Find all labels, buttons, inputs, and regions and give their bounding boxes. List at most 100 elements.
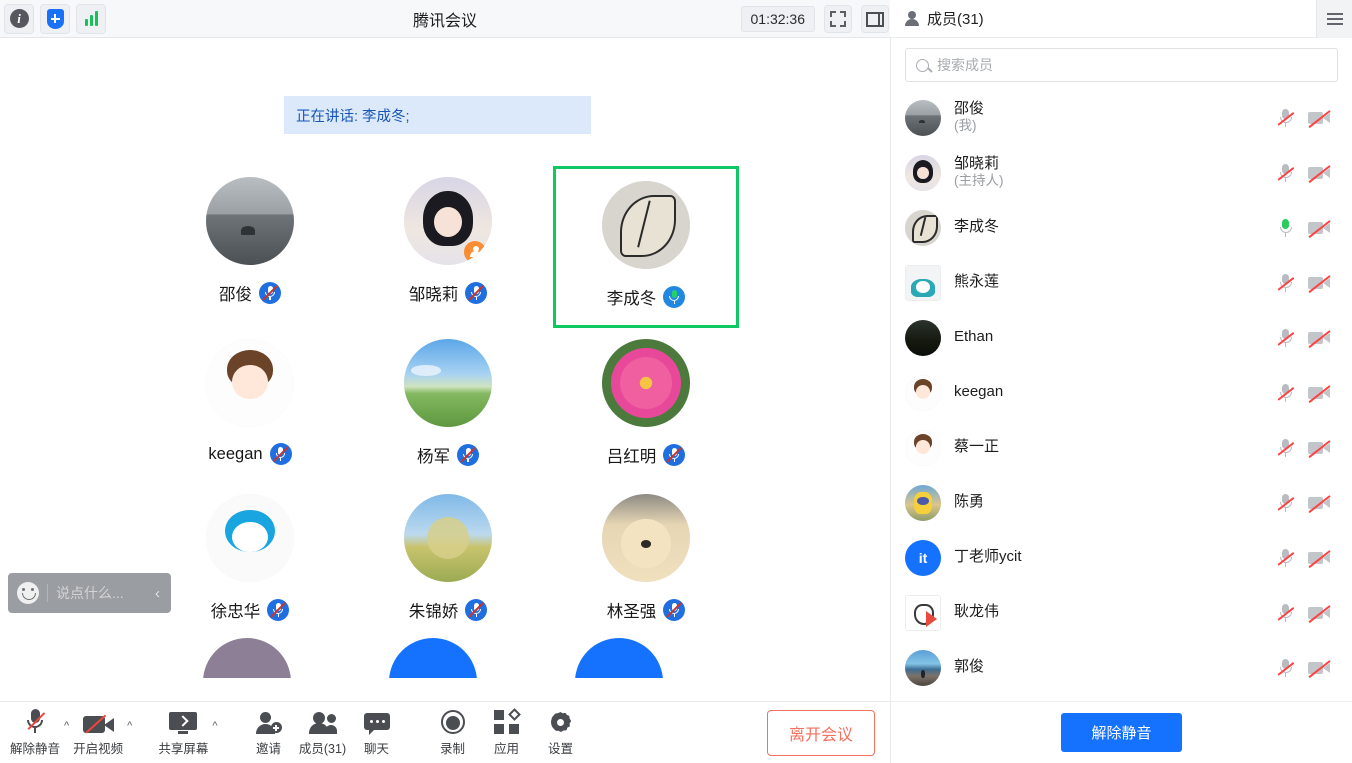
participant-row[interactable]: it 丁老师ycit bbox=[891, 530, 1352, 585]
participant-row[interactable]: 邹晓莉 (主持人) bbox=[891, 145, 1352, 200]
tile-mic-muted-icon bbox=[465, 599, 488, 621]
camera-off-icon[interactable] bbox=[1308, 604, 1331, 623]
video-tile[interactable]: 朱锦娇 bbox=[355, 483, 541, 638]
toolbar-share-screen-button[interactable]: 共享屏幕 bbox=[156, 708, 210, 757]
camera-off-icon[interactable] bbox=[1308, 329, 1331, 348]
person-icon bbox=[904, 10, 919, 27]
mic-muted-icon[interactable] bbox=[1277, 493, 1295, 512]
tile-mic-active-icon bbox=[663, 286, 686, 308]
camera-off-icon[interactable] bbox=[1308, 494, 1331, 513]
participant-name-wrap: 邹晓莉 (主持人) bbox=[954, 155, 1266, 191]
avatar bbox=[905, 484, 941, 521]
toolbar-chat-button[interactable]: 聊天 bbox=[350, 708, 404, 757]
avatar bbox=[905, 319, 941, 356]
tile-avatar bbox=[206, 494, 294, 582]
participant-row[interactable]: 邵俊 (我) bbox=[891, 90, 1352, 145]
security-shield-icon[interactable] bbox=[40, 3, 70, 34]
tile-name-row: 李成冬 bbox=[607, 285, 686, 309]
mic-muted-icon[interactable] bbox=[1277, 163, 1295, 182]
exit-fullscreen-icon[interactable] bbox=[824, 5, 852, 33]
info-icon[interactable]: i bbox=[4, 3, 34, 34]
camera-off-icon[interactable] bbox=[1308, 219, 1331, 238]
video-tile[interactable]: 林圣强 bbox=[553, 483, 739, 638]
participant-list[interactable]: 邵俊 (我) 邹晓莉 (主持人) 李成冬 熊永莲 Ethan keegan 蔡一正 陈勇 it 丁老师… bbox=[891, 90, 1352, 698]
mic-active-icon[interactable] bbox=[1279, 218, 1292, 237]
participant-row[interactable]: 耿龙伟 bbox=[891, 585, 1352, 640]
participant-row[interactable]: 陈勇 bbox=[891, 475, 1352, 530]
participant-row[interactable]: 李成冬 bbox=[891, 200, 1352, 255]
leave-meeting-button[interactable]: 离开会议 bbox=[766, 709, 875, 756]
participant-row[interactable]: keegan bbox=[891, 365, 1352, 420]
layout-toggle-icon[interactable] bbox=[861, 5, 889, 33]
search-box[interactable] bbox=[905, 48, 1338, 82]
tile-avatar-image bbox=[602, 339, 690, 427]
video-tile[interactable]: 徐忠华 bbox=[157, 483, 343, 638]
camera-off-icon[interactable] bbox=[1308, 384, 1331, 403]
mic-muted-icon[interactable] bbox=[1277, 603, 1295, 622]
chevron-up-icon[interactable]: ^ bbox=[212, 720, 217, 732]
mic-muted-icon[interactable] bbox=[1277, 328, 1295, 347]
chevron-left-icon[interactable]: ‹ bbox=[155, 585, 160, 602]
toolbar-item-label: 应用 bbox=[494, 742, 520, 756]
tile-avatar bbox=[602, 181, 690, 269]
participant-status-icons bbox=[1277, 438, 1331, 458]
mic-muted-icon[interactable] bbox=[1277, 108, 1295, 127]
search-wrapper bbox=[891, 38, 1352, 90]
mic-muted-icon[interactable] bbox=[1277, 383, 1295, 402]
toolbar-camera-off-button[interactable]: 开启视频 bbox=[71, 708, 125, 757]
search-input[interactable] bbox=[937, 57, 1327, 73]
avatar bbox=[905, 429, 941, 466]
participant-name: 邹晓莉 bbox=[954, 154, 1000, 172]
video-tile-partial[interactable] bbox=[203, 638, 291, 678]
toolbar-invite-button[interactable]: 邀请 bbox=[242, 708, 296, 757]
partial-tile-row bbox=[151, 638, 751, 678]
sidebar-menu-button[interactable] bbox=[1316, 0, 1352, 38]
mic-muted-icon[interactable] bbox=[1277, 658, 1295, 677]
video-tile-partial[interactable] bbox=[575, 638, 663, 678]
divider bbox=[47, 584, 48, 602]
video-tile[interactable]: 邹晓莉 bbox=[355, 166, 541, 321]
video-tile[interactable]: 吕红明 bbox=[553, 328, 739, 483]
participant-row[interactable]: 郭俊 bbox=[891, 640, 1352, 695]
toolbar-record-button[interactable]: 录制 bbox=[426, 708, 480, 757]
share-screen-icon bbox=[169, 708, 198, 734]
tile-avatar bbox=[206, 339, 294, 427]
camera-off-icon[interactable] bbox=[1308, 164, 1331, 183]
video-tile[interactable]: 邵俊 bbox=[157, 166, 343, 321]
participant-row[interactable]: 熊永莲 bbox=[891, 255, 1352, 310]
camera-off-icon[interactable] bbox=[1308, 439, 1331, 458]
mic-muted-icon[interactable] bbox=[1277, 548, 1295, 567]
participant-status-icons bbox=[1277, 328, 1331, 348]
toolbar-mic-muted-button[interactable]: 解除静音 bbox=[8, 708, 62, 757]
camera-off-icon[interactable] bbox=[1308, 659, 1331, 678]
video-tile[interactable]: keegan bbox=[157, 328, 343, 483]
video-tile[interactable]: 杨军 bbox=[355, 328, 541, 483]
camera-off-icon[interactable] bbox=[1308, 109, 1331, 128]
tile-name-row: 林圣强 bbox=[607, 598, 686, 622]
mic-muted-icon[interactable] bbox=[1277, 273, 1295, 292]
camera-off-icon[interactable] bbox=[1308, 274, 1331, 293]
participant-row[interactable]: Ethan bbox=[891, 310, 1352, 365]
network-signal-icon[interactable] bbox=[76, 3, 106, 34]
camera-off-icon[interactable] bbox=[1308, 549, 1331, 568]
emoji-icon[interactable] bbox=[17, 582, 39, 604]
avatar bbox=[905, 264, 941, 301]
tile-name: 李成冬 bbox=[606, 290, 657, 308]
participant-role: (我) bbox=[954, 118, 977, 134]
video-tile-active-speaker[interactable]: 李成冬 bbox=[553, 166, 739, 328]
unmute-all-button[interactable]: 解除静音 bbox=[1061, 713, 1182, 752]
participant-name-wrap: 丁老师ycit bbox=[954, 548, 1266, 567]
chevron-up-icon[interactable]: ^ bbox=[64, 720, 69, 732]
chat-input-bar[interactable]: 说点什么... ‹ bbox=[8, 573, 171, 613]
layout-toggle-glyph bbox=[866, 11, 884, 27]
chat-input-placeholder[interactable]: 说点什么... bbox=[56, 583, 155, 603]
toolbar-settings-gear-button[interactable]: 设置 bbox=[534, 708, 588, 757]
avatar-image bbox=[905, 154, 941, 191]
mic-muted-icon[interactable] bbox=[1277, 438, 1295, 457]
toolbar-apps-button[interactable]: 应用 bbox=[480, 708, 534, 757]
video-tile-partial[interactable] bbox=[389, 638, 477, 678]
toolbar-members-button[interactable]: 成员(31) bbox=[296, 708, 350, 757]
chevron-up-icon[interactable]: ^ bbox=[127, 720, 132, 732]
participant-row[interactable]: 蔡一正 bbox=[891, 420, 1352, 475]
participants-sidebar: 邵俊(我) 邹晓莉(主持人) 李成冬熊永莲 Ethan keegan 蔡一正陈勇 it 丁老师… bbox=[890, 38, 1352, 701]
